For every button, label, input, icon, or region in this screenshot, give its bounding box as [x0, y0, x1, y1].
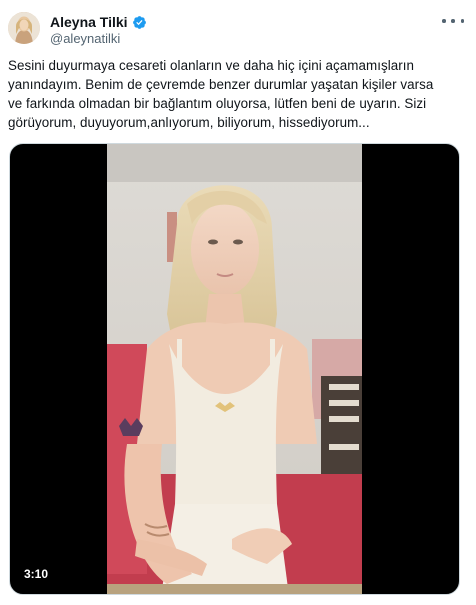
video-frame: [107, 144, 362, 594]
avatar[interactable]: [8, 12, 40, 44]
tweet-text: Sesini duyurmaya cesareti olanların ve d…: [8, 58, 434, 130]
more-options-icon[interactable]: [442, 14, 464, 28]
tweet-card[interactable]: Aleyna Tilki @aleynatilki Sesini duyurma…: [0, 0, 476, 605]
author-display-name[interactable]: Aleyna Tilki: [50, 14, 128, 30]
author-handle[interactable]: @aleynatilki: [50, 31, 120, 46]
video-duration: 3:10: [24, 567, 49, 581]
verified-badge-icon[interactable]: [132, 15, 147, 30]
video-player[interactable]: 3:10: [9, 143, 460, 595]
author-name-row[interactable]: Aleyna Tilki: [50, 13, 147, 31]
